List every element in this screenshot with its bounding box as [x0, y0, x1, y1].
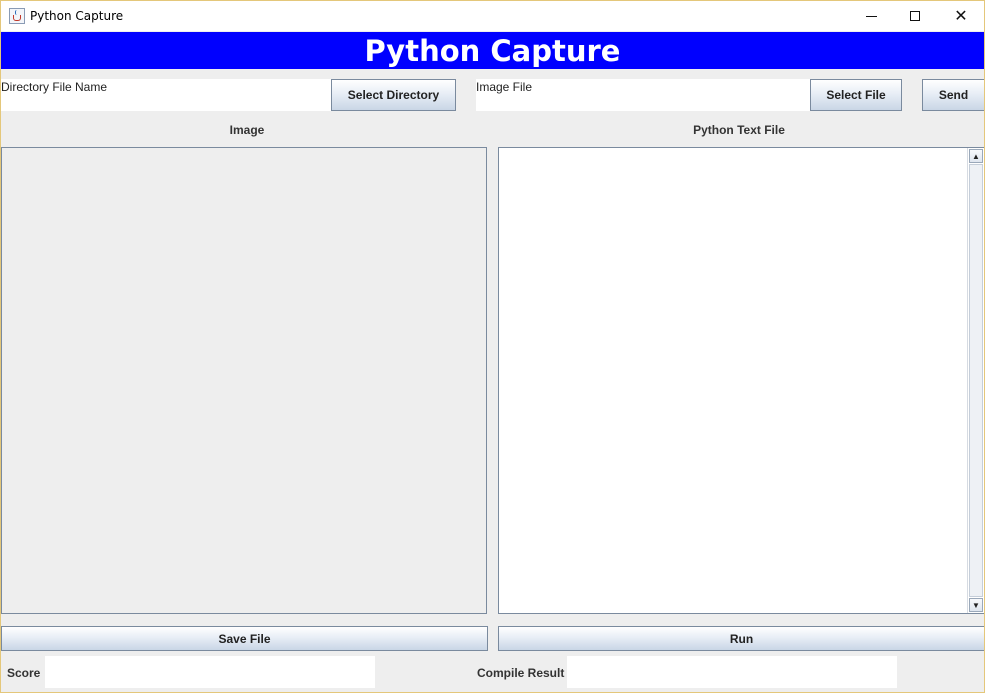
app-window: Python Capture ✕ Python Capture Director… — [0, 0, 985, 693]
image-file-field[interactable]: Image File — [476, 79, 810, 111]
vertical-scrollbar[interactable]: ▲ ▼ — [967, 148, 984, 613]
image-section-label: Image — [229, 123, 265, 137]
image-preview-panel — [1, 147, 487, 614]
select-file-button[interactable]: Select File — [810, 79, 902, 111]
score-field[interactable] — [45, 656, 375, 688]
scroll-up-icon[interactable]: ▲ — [969, 149, 983, 163]
scroll-down-icon[interactable]: ▼ — [969, 598, 983, 612]
maximize-button[interactable] — [892, 1, 938, 31]
python-text-section-label: Python Text File — [693, 123, 785, 137]
close-icon: ✕ — [954, 6, 968, 25]
save-file-button[interactable]: Save File — [1, 626, 488, 651]
minimize-button[interactable] — [848, 1, 894, 31]
minimize-icon — [865, 15, 877, 17]
compile-result-label: Compile Result — [477, 666, 565, 680]
maximize-icon — [910, 11, 920, 21]
java-cup-icon — [9, 8, 25, 24]
directory-file-name-field[interactable]: Directory File Name — [1, 79, 331, 111]
window-title: Python Capture — [30, 9, 124, 23]
scroll-track[interactable] — [969, 164, 983, 597]
compile-result-field[interactable] — [567, 656, 897, 688]
java-cup-shape — [13, 15, 21, 21]
close-button[interactable]: ✕ — [938, 1, 984, 31]
banner-title: Python Capture — [364, 33, 621, 68]
header-banner: Python Capture — [1, 32, 984, 69]
title-bar[interactable]: Python Capture ✕ — [1, 1, 984, 31]
score-label: Score — [7, 666, 41, 680]
run-button[interactable]: Run — [498, 626, 984, 651]
send-button[interactable]: Send — [922, 79, 984, 111]
python-text-area[interactable]: ▲ ▼ — [498, 147, 984, 614]
select-directory-button[interactable]: Select Directory — [331, 79, 456, 111]
